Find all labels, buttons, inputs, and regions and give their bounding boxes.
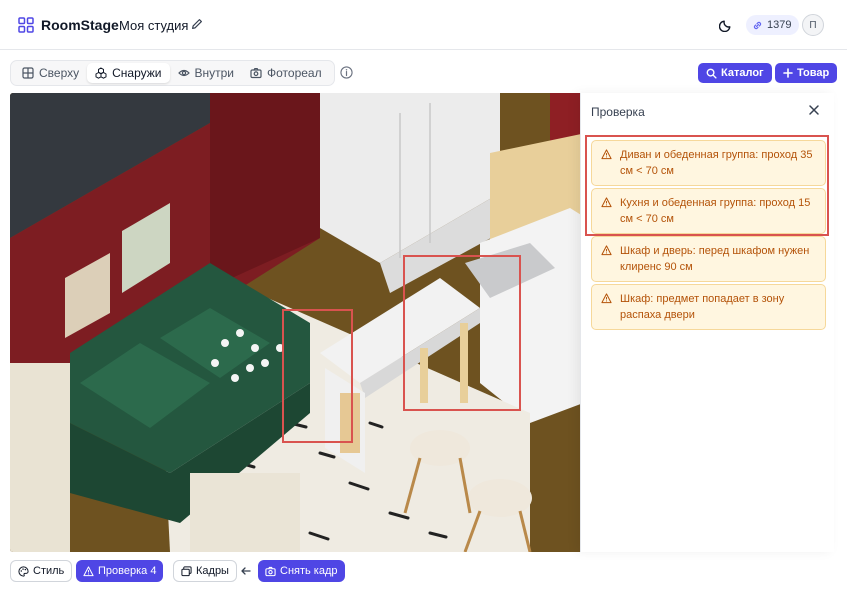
check-button[interactable]: Проверка 4 <box>76 560 164 582</box>
conflict-highlight-sofa <box>282 309 353 443</box>
warning-icon <box>83 565 94 576</box>
conflict-highlight-kitchen <box>403 255 521 411</box>
search-icon <box>706 68 717 79</box>
tab-outside[interactable]: Снаружи <box>87 63 170 83</box>
warning-group-highlight <box>585 135 829 236</box>
close-icon[interactable] <box>808 104 820 116</box>
style-button[interactable]: Стиль <box>10 560 73 582</box>
style-button-label: Стиль <box>33 565 65 577</box>
cubes-icon <box>95 67 107 79</box>
eye-icon <box>177 69 190 77</box>
avatar[interactable]: П <box>802 14 824 36</box>
tab-inside[interactable]: Внутри <box>170 63 243 83</box>
warning-text: Шкаф: предмет попадает в зону распаха дв… <box>620 293 785 321</box>
check-panel-title: Проверка <box>591 105 645 119</box>
warning-text: Шкаф и дверь: перед шкафом нужен клиренс… <box>620 245 810 273</box>
capture-frame-button[interactable]: Снять кадр <box>258 560 345 582</box>
warning-item[interactable]: Шкаф: предмет попадает в зону распаха дв… <box>591 284 826 330</box>
add-product-button[interactable]: Товар <box>775 63 838 83</box>
project-name[interactable]: Моя студия <box>119 18 188 33</box>
credits-count: 1379 <box>767 19 792 31</box>
top-bar: RoomStage Моя студия 1379 П <box>0 0 847 50</box>
plus-icon <box>783 68 793 78</box>
moon-icon[interactable] <box>719 17 734 32</box>
palette-icon <box>18 565 29 577</box>
logo-grid-icon <box>18 17 34 33</box>
catalog-button[interactable]: Каталог <box>698 63 772 83</box>
check-button-label: Проверка 4 <box>98 565 157 577</box>
warning-icon <box>601 293 612 304</box>
warning-item[interactable]: Шкаф и дверь: перед шкафом нужен клиренс… <box>591 236 826 282</box>
tab-top-label: Сверху <box>39 66 80 80</box>
grid-icon <box>22 67 34 79</box>
tab-inside-label: Внутри <box>194 66 235 80</box>
tab-photoreal-label: Фотореал <box>267 66 322 80</box>
brand-name: RoomStage <box>41 17 119 33</box>
tab-outside-label: Снаружи <box>112 66 162 80</box>
capture-frame-button-label: Снять кадр <box>280 565 338 577</box>
frames-button-label: Кадры <box>196 565 229 577</box>
tab-top[interactable]: Сверху <box>14 63 87 83</box>
info-icon[interactable] <box>340 66 353 79</box>
catalog-button-label: Каталог <box>721 67 764 79</box>
arrow-left-icon[interactable] <box>240 565 252 577</box>
add-product-button-label: Товар <box>797 67 830 79</box>
tab-photoreal[interactable]: Фотореал <box>242 63 330 83</box>
bottom-toolbar: Стиль Проверка 4 Кадры Снять кадр <box>0 556 847 589</box>
camera-icon <box>265 566 276 576</box>
view-mode-tabs: Сверху Снаружи Внутри Фотореал <box>10 60 335 86</box>
images-icon <box>181 565 192 576</box>
link-icon <box>753 21 762 29</box>
camera-icon <box>250 68 262 79</box>
warning-icon <box>601 245 612 256</box>
frames-button[interactable]: Кадры <box>173 560 237 582</box>
pencil-icon[interactable] <box>190 17 204 31</box>
credits-badge[interactable]: 1379 <box>746 15 800 35</box>
